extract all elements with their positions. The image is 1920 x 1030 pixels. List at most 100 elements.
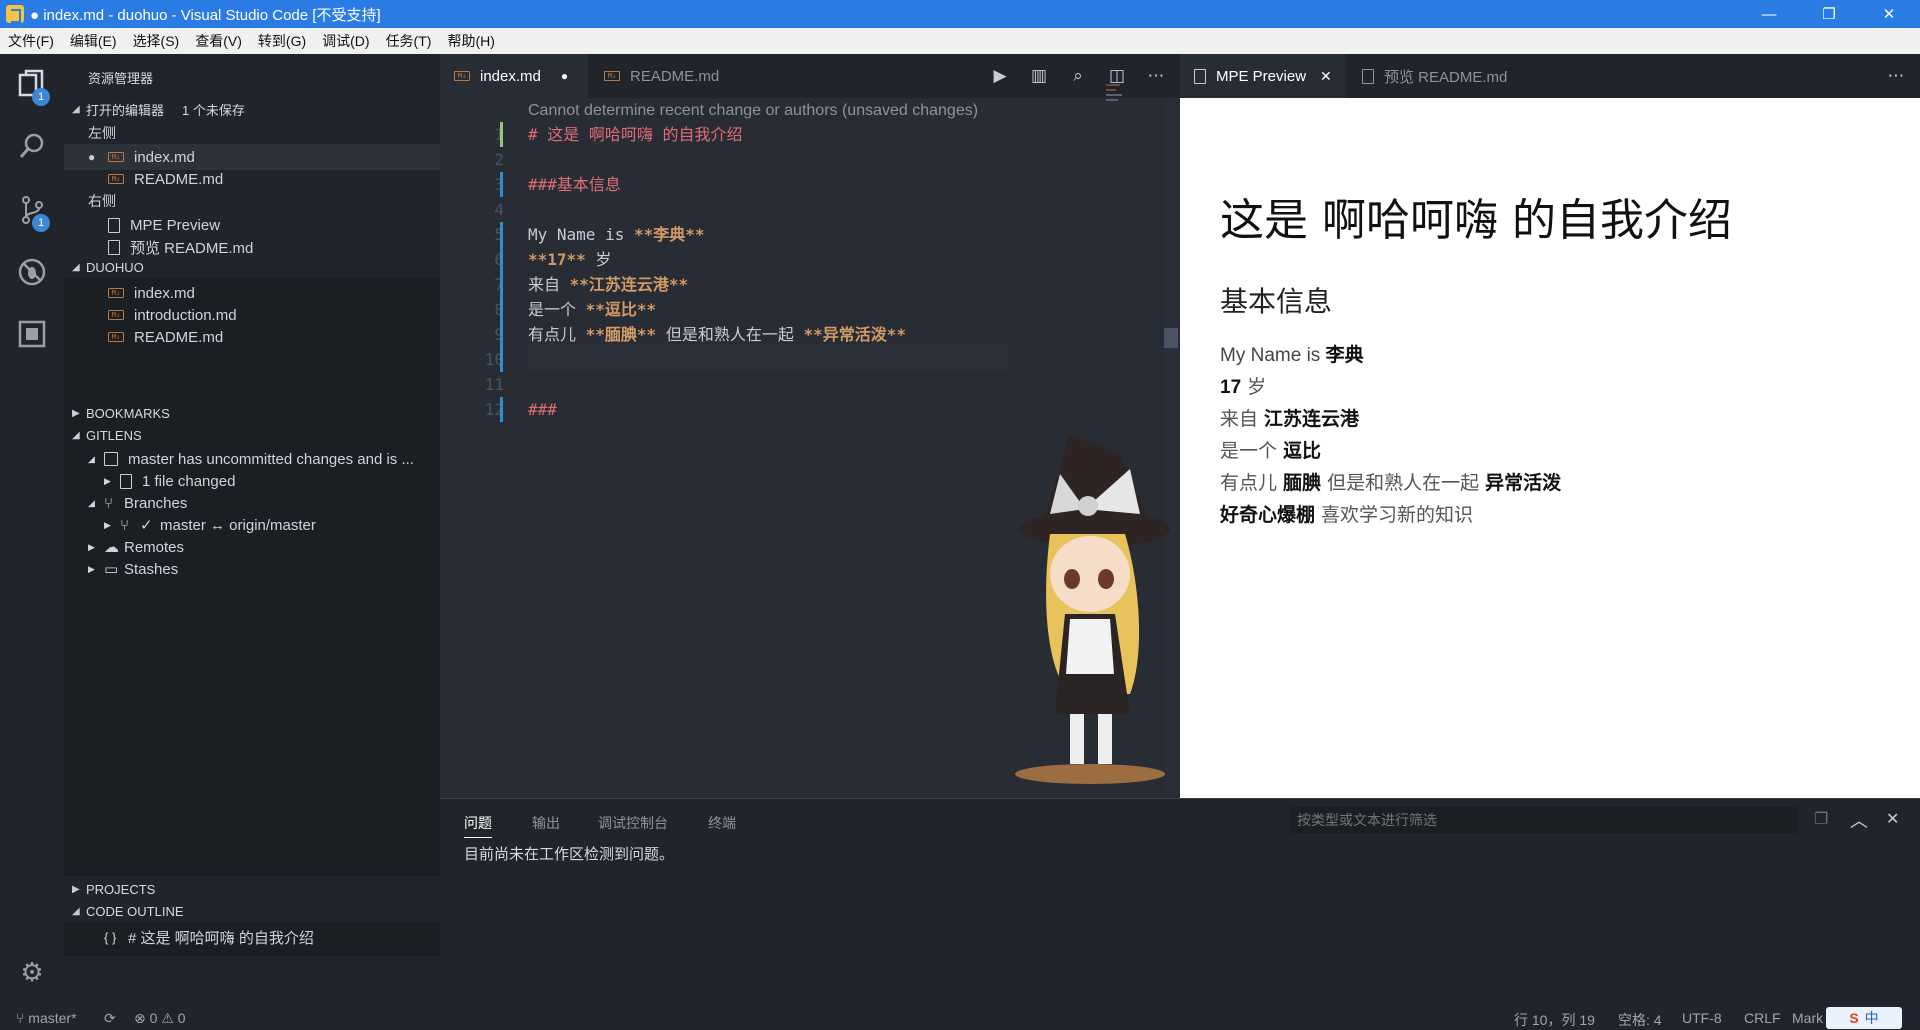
close-panel-icon[interactable]: ✕: [1886, 809, 1899, 829]
code-text: ###基本信息: [528, 172, 621, 197]
workspace-header[interactable]: ◢ DUOHUO: [64, 256, 440, 278]
sync-icon[interactable]: ⟳: [104, 1010, 116, 1027]
panel-tab-terminal[interactable]: 终端: [708, 813, 736, 833]
line-number: 11: [484, 375, 504, 394]
codelens-message[interactable]: Cannot determine recent change or author…: [528, 102, 978, 120]
menu-selection[interactable]: 选择(S): [125, 31, 188, 51]
group-left-label: 左侧: [88, 125, 116, 141]
language-mode[interactable]: Mark: [1792, 1010, 1823, 1026]
open-editors-header[interactable]: ◢ 打开的编辑器 1 个未保存: [64, 98, 440, 120]
window-title: ● index.md - duohuo - Visual Studio Code…: [30, 6, 381, 24]
bottom-panel: 问题 输出 调试控制台 终端 ❐ ︿ ✕ 目前尚未在工作区检测到问题。: [440, 798, 1920, 1006]
indentation[interactable]: 空格: 4: [1618, 1010, 1662, 1030]
code-line[interactable]: 1 # 这是 啊哈呵嗨 的自我介绍: [440, 122, 1180, 147]
branch-status[interactable]: ⑂ master*: [16, 1010, 77, 1026]
restore-button[interactable]: ❐: [1806, 0, 1852, 28]
menu-tasks[interactable]: 任务(T): [378, 31, 440, 51]
file-icon: [1194, 68, 1206, 84]
panel-tab-output[interactable]: 输出: [532, 813, 560, 833]
expand-triangle-icon: ▶: [88, 563, 95, 574]
debug-icon[interactable]: [16, 256, 48, 288]
code-line[interactable]: 4: [440, 197, 1180, 222]
gitlens-header[interactable]: ◢ GITLENS: [64, 424, 440, 446]
explorer-sidebar: 资源管理器 ◢ 打开的编辑器 1 个未保存 左侧 ● M↓ index.md M…: [64, 54, 440, 1006]
line-number: 12: [484, 400, 504, 419]
close-tab-icon[interactable]: ✕: [1320, 68, 1332, 85]
menu-help[interactable]: 帮助(H): [439, 31, 502, 51]
markdown-icon: M↓: [108, 332, 124, 342]
code-area[interactable]: 1 # 这是 啊哈呵嗨 的自我介绍 2 3 ###基本信息 4 5 My Name is **…: [440, 122, 1180, 422]
maximize-panel-icon[interactable]: ︿: [1850, 807, 1868, 833]
code-line[interactable]: 6 **17** 岁: [440, 247, 1180, 272]
code-token: My Name is: [528, 225, 634, 244]
code-line[interactable]: 3 ###基本信息: [440, 172, 1180, 197]
dirty-dot-icon[interactable]: ●: [561, 69, 568, 83]
minimize-button[interactable]: —: [1746, 0, 1792, 28]
code-line[interactable]: 11: [440, 372, 1180, 397]
close-window-button[interactable]: ✕: [1866, 0, 1912, 28]
code-token: # 这是 啊哈呵嗨 的自我介绍: [528, 125, 743, 144]
minimap[interactable]: [1106, 82, 1126, 104]
line-number: 8: [460, 297, 504, 322]
group-right-label: 右侧: [88, 193, 116, 209]
title-bar: ● index.md - duohuo - Visual Studio Code…: [0, 0, 1920, 28]
extensions-icon[interactable]: [16, 318, 48, 350]
menu-file[interactable]: 文件(F): [0, 31, 62, 51]
code-text: My Name is **李典**: [528, 222, 705, 247]
code-token: **逗比**: [585, 300, 657, 319]
code-outline-header[interactable]: ◢ CODE OUTLINE: [64, 900, 440, 922]
find-preview-icon[interactable]: ⌕: [1066, 64, 1090, 88]
projects-header[interactable]: ▶ PROJECTS: [64, 878, 440, 900]
tab-index-md[interactable]: M↓ index.md ●: [440, 54, 588, 98]
more-actions-icon[interactable]: ⋯: [1884, 64, 1908, 88]
sidebar-title: 资源管理器: [88, 71, 154, 86]
encoding[interactable]: UTF-8: [1682, 1010, 1722, 1026]
problems-filter-input[interactable]: [1290, 807, 1798, 833]
line-ending[interactable]: CRLF: [1744, 1010, 1781, 1026]
panel-tab-problems[interactable]: 问题: [464, 813, 492, 838]
expand-triangle-icon: ▶: [72, 883, 80, 895]
collapse-triangle-icon: ◢: [88, 497, 95, 508]
editor-tabs-right: MPE Preview ✕ 预览 README.md ⋯: [1180, 54, 1920, 98]
scroll-thumb[interactable]: [1164, 328, 1178, 348]
open-preview-icon[interactable]: ▥: [1027, 64, 1051, 88]
preview-heading-3: 基本信息: [1220, 285, 1333, 318]
unsaved-count: 1 个未保存: [182, 102, 245, 118]
code-line[interactable]: 8 是一个 **逗比**: [440, 297, 1180, 322]
collapse-all-icon[interactable]: ❐: [1814, 809, 1828, 829]
tab-mpe-preview[interactable]: MPE Preview ✕: [1180, 54, 1346, 98]
gitlens-stashes[interactable]: ▶ ▭ Stashes: [64, 556, 440, 582]
line-number: 4: [494, 200, 504, 219]
git-change-marker: [500, 247, 503, 272]
line-number: 6: [460, 247, 504, 272]
repo-icon: [104, 452, 118, 466]
menu-debug[interactable]: 调试(D): [314, 31, 377, 51]
code-line[interactable]: 2: [440, 147, 1180, 172]
search-icon[interactable]: [16, 130, 48, 162]
git-change-marker: [500, 222, 503, 247]
tab-readme-md[interactable]: M↓ README.md: [590, 54, 740, 98]
menu-edit[interactable]: 编辑(E): [62, 31, 125, 51]
bookmarks-header[interactable]: ▶ BOOKMARKS: [64, 402, 440, 424]
cursor-position[interactable]: 行 10，列 19: [1514, 1010, 1595, 1030]
current-line-highlight: [528, 344, 1008, 369]
code-text: # 这是 啊哈呵嗨 的自我介绍: [528, 122, 743, 147]
file-icon: [108, 239, 120, 255]
code-line[interactable]: 5 My Name is **李典**: [440, 222, 1180, 247]
run-icon[interactable]: ▶: [988, 64, 1012, 88]
code-text: 是一个 **逗比**: [528, 297, 656, 322]
menu-view[interactable]: 查看(V): [187, 31, 250, 51]
problems-status[interactable]: ⊗ 0 ⚠ 0: [134, 1010, 186, 1027]
settings-gear-icon[interactable]: ⚙: [16, 956, 48, 988]
activity-bar: 1 1 ⚙: [0, 54, 64, 1006]
menu-go[interactable]: 转到(G): [250, 31, 314, 51]
scm-badge: 1: [32, 214, 50, 232]
outline-item[interactable]: { } # 这是 啊哈呵嗨 的自我介绍: [64, 924, 440, 950]
tab-readme-preview[interactable]: 预览 README.md: [1348, 54, 1528, 98]
ime-indicator[interactable]: S 中: [1826, 1007, 1902, 1029]
more-actions-icon[interactable]: ⋯: [1144, 64, 1168, 88]
panel-tab-debug-console[interactable]: 调试控制台: [598, 813, 668, 833]
file-readme[interactable]: M↓ README.md: [64, 324, 440, 350]
collapse-triangle-icon: ◢: [72, 905, 80, 917]
code-line[interactable]: 7 来自 **江苏连云港**: [440, 272, 1180, 297]
